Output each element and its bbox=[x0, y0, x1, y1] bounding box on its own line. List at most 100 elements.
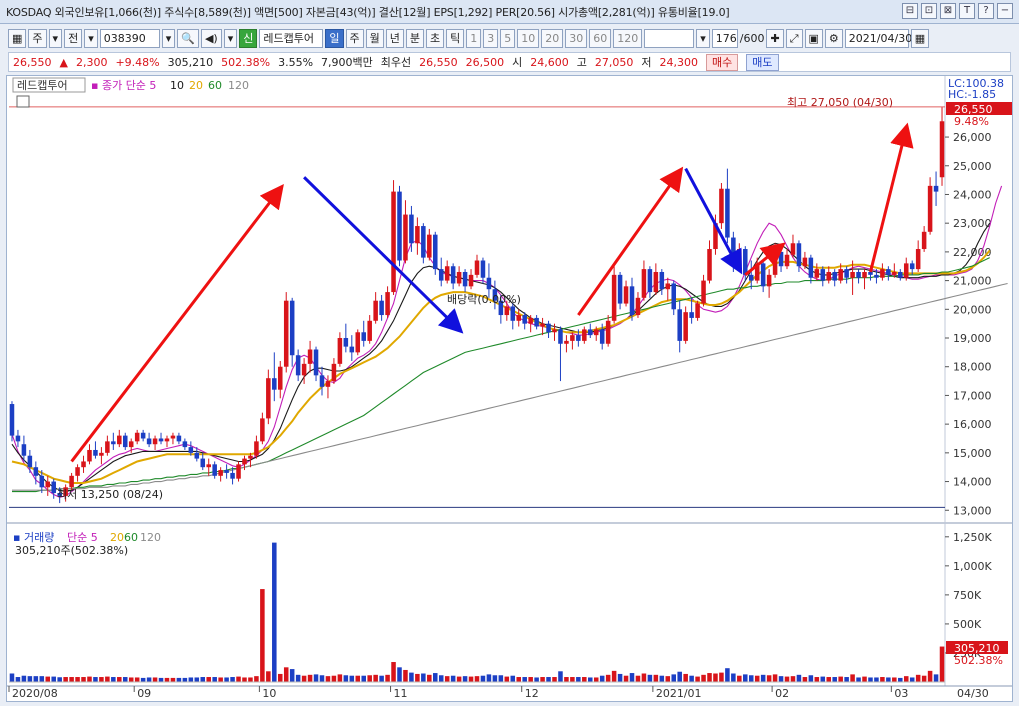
buy-button[interactable]: 매수 bbox=[706, 53, 739, 71]
volume-bar bbox=[438, 675, 444, 682]
candle bbox=[868, 271, 873, 275]
sell-button[interactable]: 매도 bbox=[746, 53, 779, 71]
candle bbox=[105, 441, 110, 453]
dropdown-icon[interactable]: ▾ bbox=[696, 28, 710, 48]
volume-bar bbox=[122, 677, 128, 682]
candle bbox=[766, 274, 772, 287]
volume-bar bbox=[105, 676, 110, 682]
interval-1[interactable]: 1 bbox=[466, 28, 482, 48]
candle bbox=[158, 438, 164, 442]
candle bbox=[307, 349, 313, 364]
dropdown-icon[interactable]: ▾ bbox=[223, 28, 238, 48]
price-tick-label: 26,000 bbox=[953, 131, 992, 144]
volume-tick-label: 500K bbox=[953, 618, 982, 631]
grid-icon[interactable]: ▦ bbox=[8, 28, 27, 48]
volume-bar bbox=[373, 674, 378, 682]
dropdown-icon[interactable]: ▾ bbox=[84, 28, 98, 48]
candle bbox=[546, 323, 551, 333]
volume-bar bbox=[880, 677, 885, 682]
market-select[interactable]: 주 bbox=[28, 28, 47, 48]
date-input[interactable]: 2021/04/30 bbox=[844, 28, 912, 48]
interval-60[interactable]: 60 bbox=[589, 28, 612, 48]
trade-amount: 7,900백만 bbox=[321, 56, 373, 69]
period-second[interactable]: 초 bbox=[426, 28, 445, 48]
dropdown-icon[interactable]: ▾ bbox=[48, 28, 63, 48]
candle bbox=[27, 455, 33, 468]
period-yearly[interactable]: 년 bbox=[385, 28, 404, 48]
volume-bar bbox=[558, 671, 563, 682]
save-icon[interactable]: ▣ bbox=[804, 28, 823, 48]
price-tick-label: 14,000 bbox=[953, 476, 992, 489]
minimize-icon[interactable]: − bbox=[997, 3, 1013, 19]
volume-bar bbox=[492, 675, 498, 682]
period-monthly[interactable]: 월 bbox=[365, 28, 384, 48]
layout-icon[interactable]: ⊟ bbox=[902, 3, 918, 19]
open-label: 시 bbox=[512, 56, 523, 69]
maximize-icon[interactable]: ⊠ bbox=[940, 3, 956, 19]
candle bbox=[69, 475, 74, 488]
crosshair-icon[interactable]: ✚ bbox=[766, 28, 784, 48]
volume-bar bbox=[480, 675, 486, 682]
hc-label: HC:-1.85 bbox=[948, 88, 996, 101]
volume-bar bbox=[498, 675, 504, 682]
bar-count-input[interactable]: 176 bbox=[711, 28, 738, 48]
volume-bar bbox=[272, 542, 277, 682]
price-tick-label: 18,000 bbox=[953, 361, 992, 374]
candle bbox=[689, 312, 694, 318]
interval-120[interactable]: 120 bbox=[613, 28, 643, 48]
chart-area[interactable]: 13,000 14,000 15,000 16,000 17,000 18,000 19,0… bbox=[6, 75, 1013, 702]
price-tick-label: 15,000 bbox=[953, 447, 992, 460]
candle bbox=[248, 455, 253, 459]
restore-icon[interactable]: ⊡ bbox=[921, 3, 937, 19]
candle bbox=[760, 263, 766, 287]
volume-legend-ma: 단순 5 bbox=[67, 531, 98, 544]
calendar-icon[interactable]: ▦ bbox=[910, 28, 930, 48]
interval-3[interactable]: 3 bbox=[483, 28, 499, 48]
search-icon[interactable]: 🔍 bbox=[177, 28, 199, 48]
legend-ma-10: 10 bbox=[170, 79, 184, 92]
volume-legend-ma-60: 60 bbox=[124, 531, 138, 544]
volume-bar bbox=[99, 677, 104, 682]
volume-bar bbox=[128, 677, 134, 682]
candle bbox=[540, 323, 545, 327]
code-dropdown-icon[interactable]: ▾ bbox=[161, 28, 176, 48]
zoom-icon[interactable]: ⤢ bbox=[785, 28, 803, 48]
period-weekly[interactable]: 주 bbox=[345, 28, 364, 48]
help-icon[interactable]: ? bbox=[978, 3, 994, 19]
settings-icon[interactable]: ⚙ bbox=[824, 28, 843, 48]
volume-bar bbox=[921, 675, 927, 682]
candle bbox=[152, 438, 158, 445]
period-tick[interactable]: 틱 bbox=[446, 28, 465, 48]
volume-bar bbox=[301, 675, 307, 682]
candle bbox=[254, 441, 259, 456]
candle bbox=[462, 271, 468, 287]
interval-select[interactable] bbox=[644, 28, 695, 48]
stock-code-input[interactable]: 038390 bbox=[99, 28, 160, 48]
interval-10[interactable]: 10 bbox=[517, 28, 540, 48]
period-minute[interactable]: 분 bbox=[405, 28, 424, 48]
volume-bar bbox=[403, 669, 408, 682]
stock-name[interactable]: 레드캡투어 bbox=[259, 28, 324, 48]
volume-bar bbox=[93, 677, 98, 682]
interval-30[interactable]: 30 bbox=[565, 28, 588, 48]
interval-20[interactable]: 20 bbox=[541, 28, 564, 48]
speaker-icon[interactable]: ◀) bbox=[200, 28, 222, 48]
font-icon[interactable]: T bbox=[959, 3, 975, 19]
volume-bar bbox=[385, 674, 390, 682]
volume-bar bbox=[421, 673, 426, 682]
volume-bar bbox=[415, 673, 420, 682]
volume-bar bbox=[444, 676, 450, 682]
price-volume-chart[interactable]: 13,000 14,000 15,000 16,000 17,000 18,000 19,0… bbox=[7, 76, 1012, 701]
price-tick-label: 19,000 bbox=[953, 332, 992, 345]
volume-bar bbox=[87, 676, 92, 682]
prev-button[interactable]: 전 bbox=[64, 28, 83, 48]
interval-5[interactable]: 5 bbox=[500, 28, 516, 48]
high-label: 고 bbox=[576, 56, 587, 69]
candle bbox=[188, 447, 194, 453]
candle bbox=[933, 185, 939, 192]
candle bbox=[170, 435, 176, 439]
volume-bar bbox=[713, 673, 718, 682]
volume-bar bbox=[45, 676, 51, 682]
candle bbox=[391, 191, 396, 293]
period-daily[interactable]: 일 bbox=[325, 28, 344, 48]
